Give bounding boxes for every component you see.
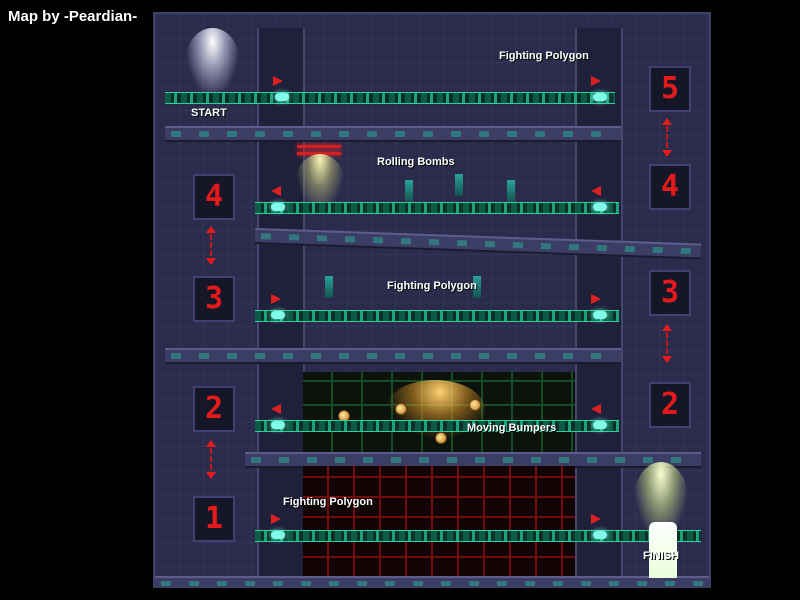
teleport-node: [593, 93, 607, 101]
teleport-node: [275, 93, 289, 101]
track-floor-3: [255, 310, 619, 322]
up-arrow-icon: [662, 118, 672, 125]
obstacle-label-floor-5: Fighting Polygon: [499, 50, 589, 62]
down-arrow-icon: [662, 150, 672, 157]
teleport-node: [271, 531, 285, 539]
teleport-node: [271, 421, 285, 429]
moving-bumper: [435, 432, 447, 444]
start-spotlight: [185, 28, 240, 98]
polygon-maze: [303, 466, 575, 576]
teleport-node: [271, 203, 285, 211]
teleport-node: [271, 311, 285, 319]
direction-arrow-icon: [591, 294, 601, 304]
game-map: START Fighting Polygon Rolling Bombs Fig…: [153, 12, 711, 588]
moving-bumper: [469, 399, 481, 411]
direction-arrow-icon: [591, 404, 601, 414]
direction-arrow-icon: [591, 76, 601, 86]
wall-spike: [507, 180, 515, 202]
elevator-floor-2: 2: [649, 382, 691, 428]
elevator-path: [666, 126, 668, 148]
up-arrow-icon: [206, 440, 216, 447]
elevator-floor-4: 4: [193, 174, 235, 220]
obstacle-label-floor-4: Rolling Bombs: [377, 156, 455, 168]
finish-label: FINISH: [643, 550, 680, 562]
direction-arrow-icon: [271, 294, 281, 304]
elevator-path: [210, 234, 212, 256]
obstacle-label-floor-2: Moving Bumpers: [467, 422, 557, 434]
teleport-node: [593, 311, 607, 319]
down-arrow-icon: [662, 356, 672, 363]
elevator-floor-2: 2: [193, 386, 235, 432]
down-arrow-icon: [206, 258, 216, 265]
elevator-floor-1: 1: [193, 496, 235, 542]
up-arrow-icon: [662, 324, 672, 331]
wall-spike: [455, 174, 463, 196]
map-credit: Map by -Peardian-: [8, 8, 138, 25]
track-floor-1: [255, 530, 701, 542]
elevator-floor-3: 3: [193, 276, 235, 322]
elevator-path: [210, 448, 212, 470]
track-floor-5: [165, 92, 615, 104]
obstacle-label-floor-3: Fighting Polygon: [387, 280, 477, 292]
bomb-gate: [297, 145, 341, 148]
direction-arrow-icon: [591, 186, 601, 196]
up-arrow-icon: [206, 226, 216, 233]
wall-spike: [325, 276, 333, 298]
teleport-node: [593, 203, 607, 211]
direction-arrow-icon: [271, 186, 281, 196]
floor-divider-3: [165, 348, 621, 364]
direction-arrow-icon: [271, 514, 281, 524]
elevator-floor-3: 3: [649, 270, 691, 316]
down-arrow-icon: [206, 472, 216, 479]
floor-divider-1: [155, 576, 709, 586]
direction-arrow-icon: [591, 514, 601, 524]
floor-divider-5: [165, 126, 621, 142]
elevator-floor-4: 4: [649, 164, 691, 210]
track-floor-2: [255, 420, 619, 432]
direction-arrow-icon: [271, 404, 281, 414]
elevator-floor-5: 5: [649, 66, 691, 112]
wall-spike: [405, 180, 413, 202]
direction-arrow-icon: [273, 76, 283, 86]
track-floor-4: [255, 202, 619, 214]
obstacle-label-floor-1: Fighting Polygon: [283, 496, 373, 508]
moving-bumper: [395, 403, 407, 415]
elevator-path: [666, 332, 668, 354]
teleport-node: [593, 531, 607, 539]
teleport-node: [593, 421, 607, 429]
start-label: START: [191, 107, 227, 119]
